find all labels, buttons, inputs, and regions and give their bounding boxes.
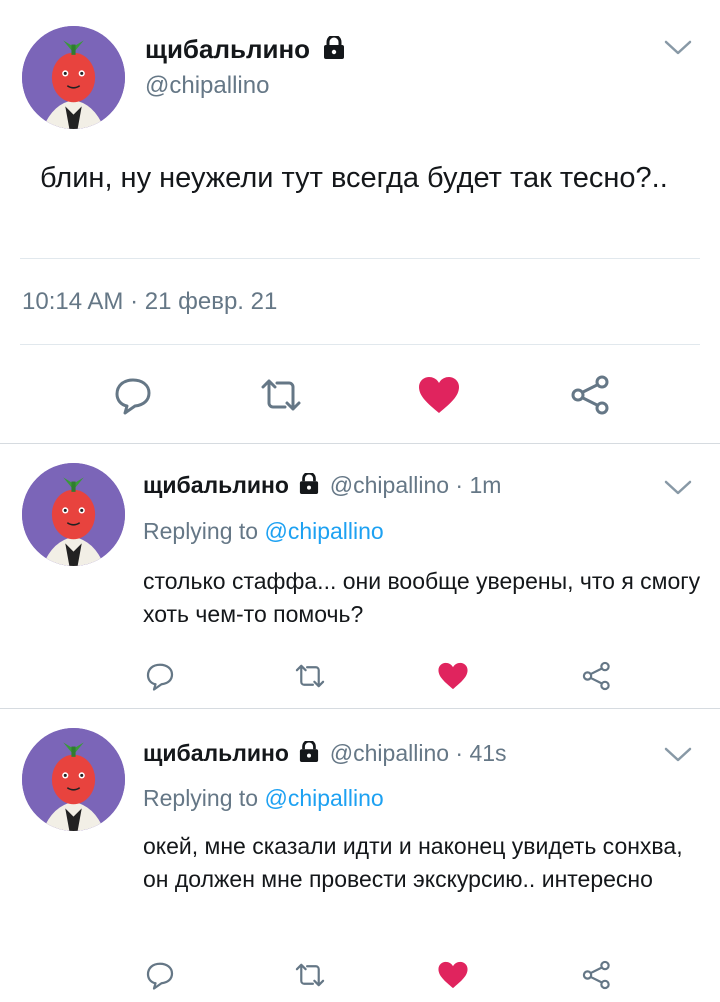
- reply-icon: [115, 378, 151, 415]
- tweet-text: блин, ну неужели тут всегда будет так те…: [40, 162, 668, 194]
- like-button[interactable]: [414, 372, 464, 418]
- reply-icon: [146, 663, 174, 691]
- avatar-image: [22, 728, 125, 831]
- avatar-image: [22, 26, 125, 129]
- share-icon: [571, 375, 609, 415]
- display-name[interactable]: щибальлино: [145, 34, 345, 67]
- like-icon: [438, 662, 468, 690]
- handle[interactable]: @chipallino: [145, 72, 269, 100]
- replying-to-prefix: Replying to: [143, 785, 259, 811]
- tweet-text: окей, мне сказали идти и наконец увидеть…: [143, 833, 683, 892]
- chevron-down-icon[interactable]: [663, 745, 693, 770]
- reply-time: · 41s: [455, 740, 507, 766]
- replying-to-prefix: Replying to: [143, 518, 259, 544]
- share-icon: [582, 960, 610, 990]
- share-icon: [582, 661, 610, 691]
- reply-header: щибальлино @chipallino · 1m: [143, 471, 502, 501]
- retweet-icon: [261, 379, 301, 411]
- divider: [20, 258, 700, 259]
- display-name[interactable]: щибальлино: [143, 472, 289, 498]
- avatar[interactable]: [22, 463, 125, 566]
- replying-to: Replying to @chipallino: [143, 785, 384, 812]
- retweet-icon: [295, 664, 325, 688]
- replying-to-link[interactable]: @chipallino: [264, 518, 383, 544]
- handle[interactable]: @chipallino: [330, 740, 449, 766]
- share-button[interactable]: [577, 656, 617, 696]
- share-button[interactable]: [577, 955, 617, 995]
- reply-header: щибальлино @chipallino · 41s: [143, 739, 507, 769]
- like-icon: [419, 377, 459, 413]
- retweet-button[interactable]: [290, 656, 330, 696]
- lock-icon: [299, 739, 319, 769]
- main-tweet: щибальлино @chipallino блин, ну неужели …: [0, 0, 720, 444]
- avatar[interactable]: [22, 728, 125, 831]
- like-button[interactable]: [433, 656, 473, 696]
- reply-button[interactable]: [140, 656, 180, 696]
- chevron-down-icon[interactable]: [663, 38, 693, 63]
- retweet-button[interactable]: [256, 372, 306, 418]
- handle[interactable]: @chipallino: [330, 472, 449, 498]
- tweet-text: столько стаффа... они вообще уверены, чт…: [143, 568, 701, 627]
- reply-time: · 1m: [455, 472, 502, 498]
- avatar[interactable]: [22, 26, 125, 129]
- avatar-image: [22, 463, 125, 566]
- timestamp[interactable]: 10:14 AM · 21 февр. 21: [22, 288, 277, 316]
- divider: [0, 708, 720, 709]
- retweet-button[interactable]: [290, 955, 330, 995]
- replying-to-link[interactable]: @chipallino: [264, 785, 383, 811]
- divider: [0, 443, 720, 444]
- display-name-text: щибальлино: [145, 34, 311, 64]
- display-name[interactable]: щибальлино: [143, 740, 289, 766]
- lock-icon: [299, 471, 319, 501]
- like-button[interactable]: [433, 955, 473, 995]
- lock-icon: [323, 34, 345, 67]
- divider: [20, 344, 700, 345]
- chevron-down-icon[interactable]: [663, 478, 693, 503]
- retweet-icon: [295, 963, 325, 987]
- share-button[interactable]: [566, 372, 616, 418]
- reply-icon: [146, 962, 174, 990]
- replying-to: Replying to @chipallino: [143, 518, 384, 545]
- reply-button[interactable]: [108, 372, 158, 418]
- reply-button[interactable]: [140, 955, 180, 995]
- like-icon: [438, 961, 468, 989]
